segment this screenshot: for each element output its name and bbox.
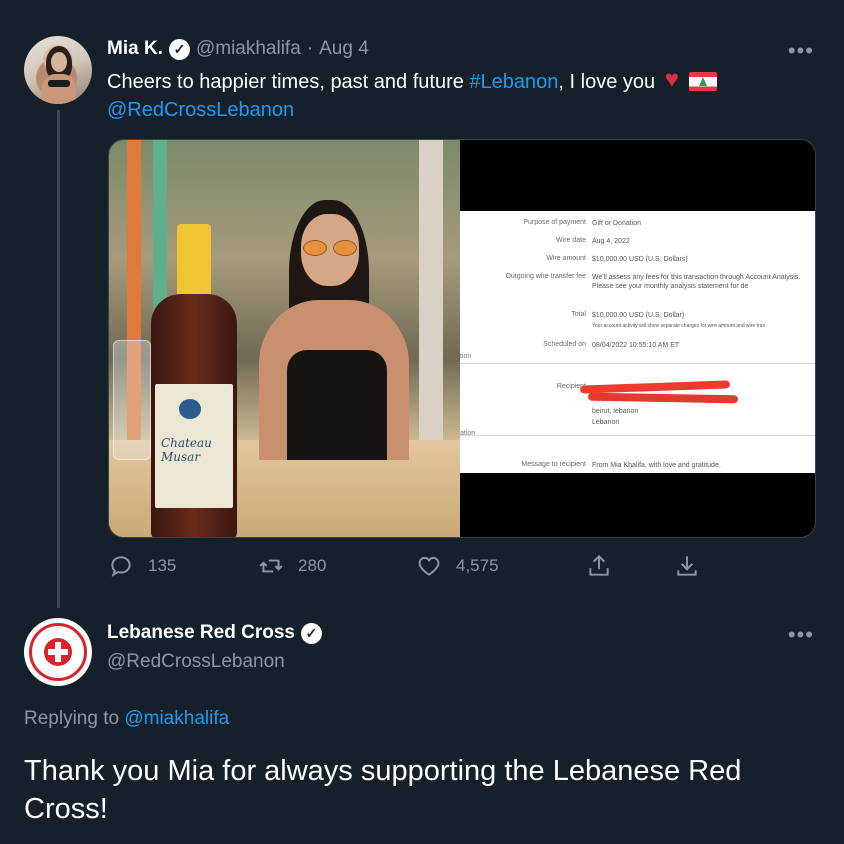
redaction-scribble	[580, 383, 738, 403]
fee-value: We'll assess any fees for this transacti…	[592, 274, 801, 290]
scheduled-label: Scheduled on	[543, 341, 586, 348]
tweet-header: Mia K. ✓ @miakhalifa · Aug 4	[107, 38, 369, 60]
author-handle[interactable]: @miakhalifa	[196, 38, 301, 60]
wire-amount-value: $10,000.00 USD (U.S. Dollars)	[592, 256, 688, 263]
recipient-country: Lebanon	[592, 419, 620, 426]
reply-text: Thank you Mia for always supporting the …	[24, 755, 742, 825]
verified-badge-icon: ✓	[300, 622, 322, 644]
mention-link[interactable]: @RedCrossLebanon	[107, 99, 294, 121]
edge-text: ation	[460, 430, 476, 437]
wine-glass	[113, 340, 151, 460]
replying-handle-link[interactable]: @miakhalifa	[124, 708, 229, 729]
tweet-text-part: , I love you	[558, 71, 656, 93]
download-icon	[677, 556, 697, 576]
receipt-paper: Purpose of payment Gift or Donation Wire …	[460, 211, 815, 473]
like-count: 4,575	[456, 556, 499, 575]
avatar[interactable]	[24, 618, 92, 686]
tweet-media[interactable]: Chateau Musar Purpose of payment Gift or …	[108, 139, 816, 538]
wire-date-value: Aug 4, 2022	[592, 238, 630, 245]
retweet-icon	[259, 559, 283, 573]
more-options-icon[interactable]: •••	[788, 624, 814, 646]
reply-icon	[111, 556, 131, 577]
reply-button[interactable]: 135	[108, 553, 176, 579]
total-note: Your account activity will show separate…	[592, 323, 766, 329]
recipient-label: Recipient	[556, 383, 586, 390]
retweet-count: 280	[298, 556, 327, 575]
message-value: From Mia Khalifa, with love and gratitud…	[592, 462, 721, 469]
message-label: Message to recipient	[521, 461, 586, 468]
wine-bottle	[151, 224, 237, 537]
recipient-city: beirut, lebanon	[592, 408, 639, 415]
total-label: Total	[571, 311, 586, 318]
thread-connector-line	[57, 110, 60, 608]
author-name[interactable]: Lebanese Red Cross	[107, 622, 295, 644]
total-value: $10,000.00 USD (U.S. Dollar)	[592, 312, 685, 319]
share-icon	[589, 554, 609, 576]
hashtag-link[interactable]: #Lebanon	[469, 71, 558, 93]
tweet-text: Cheers to happier times, past and future…	[107, 66, 807, 124]
fee-label: Outgoing wire transfer fee	[505, 273, 586, 280]
edge-text: tion	[460, 353, 472, 360]
purpose-value: Gift or Donation	[592, 220, 642, 227]
broken-heart-icon	[665, 66, 685, 94]
replying-to: Replying to @miakhalifa	[24, 708, 229, 730]
lebanon-flag-icon	[688, 72, 717, 91]
author-handle[interactable]: @RedCrossLebanon	[107, 651, 285, 673]
divider	[460, 435, 815, 436]
scheduled-value: 08/04/2022 10:55:10 AM ET	[592, 342, 680, 349]
heart-icon	[418, 556, 440, 576]
bottle-crest-icon	[179, 399, 201, 419]
bottle-label-text: Chateau Musar	[161, 436, 212, 464]
reply-count: 135	[148, 556, 177, 575]
retweet-button[interactable]: 280	[258, 553, 326, 579]
divider	[460, 363, 815, 364]
person-figure	[259, 200, 409, 460]
reply-header: Lebanese Red Cross ✓	[107, 622, 322, 644]
separator-dot: ·	[306, 38, 314, 59]
tweet-photo[interactable]: Chateau Musar	[109, 140, 460, 537]
like-button[interactable]: 4,575	[416, 553, 499, 579]
bookmark-download-button[interactable]	[674, 553, 700, 579]
tweet-actions: 135 280 4,575	[108, 553, 708, 587]
share-button[interactable]	[586, 553, 612, 579]
tweet-text-part: Cheers to happier times, past and future	[107, 71, 470, 93]
tweet-date[interactable]: Aug 4	[319, 38, 369, 60]
wire-receipt-image[interactable]: Purpose of payment Gift or Donation Wire …	[460, 140, 815, 537]
replying-prefix: Replying to	[24, 708, 125, 729]
wire-amount-label: Wire amount	[546, 255, 586, 262]
purpose-label: Purpose of payment	[523, 219, 586, 226]
author-name[interactable]: Mia K.	[107, 38, 163, 60]
wire-date-label: Wire date	[556, 237, 586, 244]
more-options-icon[interactable]: •••	[788, 40, 814, 62]
avatar[interactable]	[24, 36, 92, 104]
verified-badge-icon: ✓	[168, 38, 190, 60]
